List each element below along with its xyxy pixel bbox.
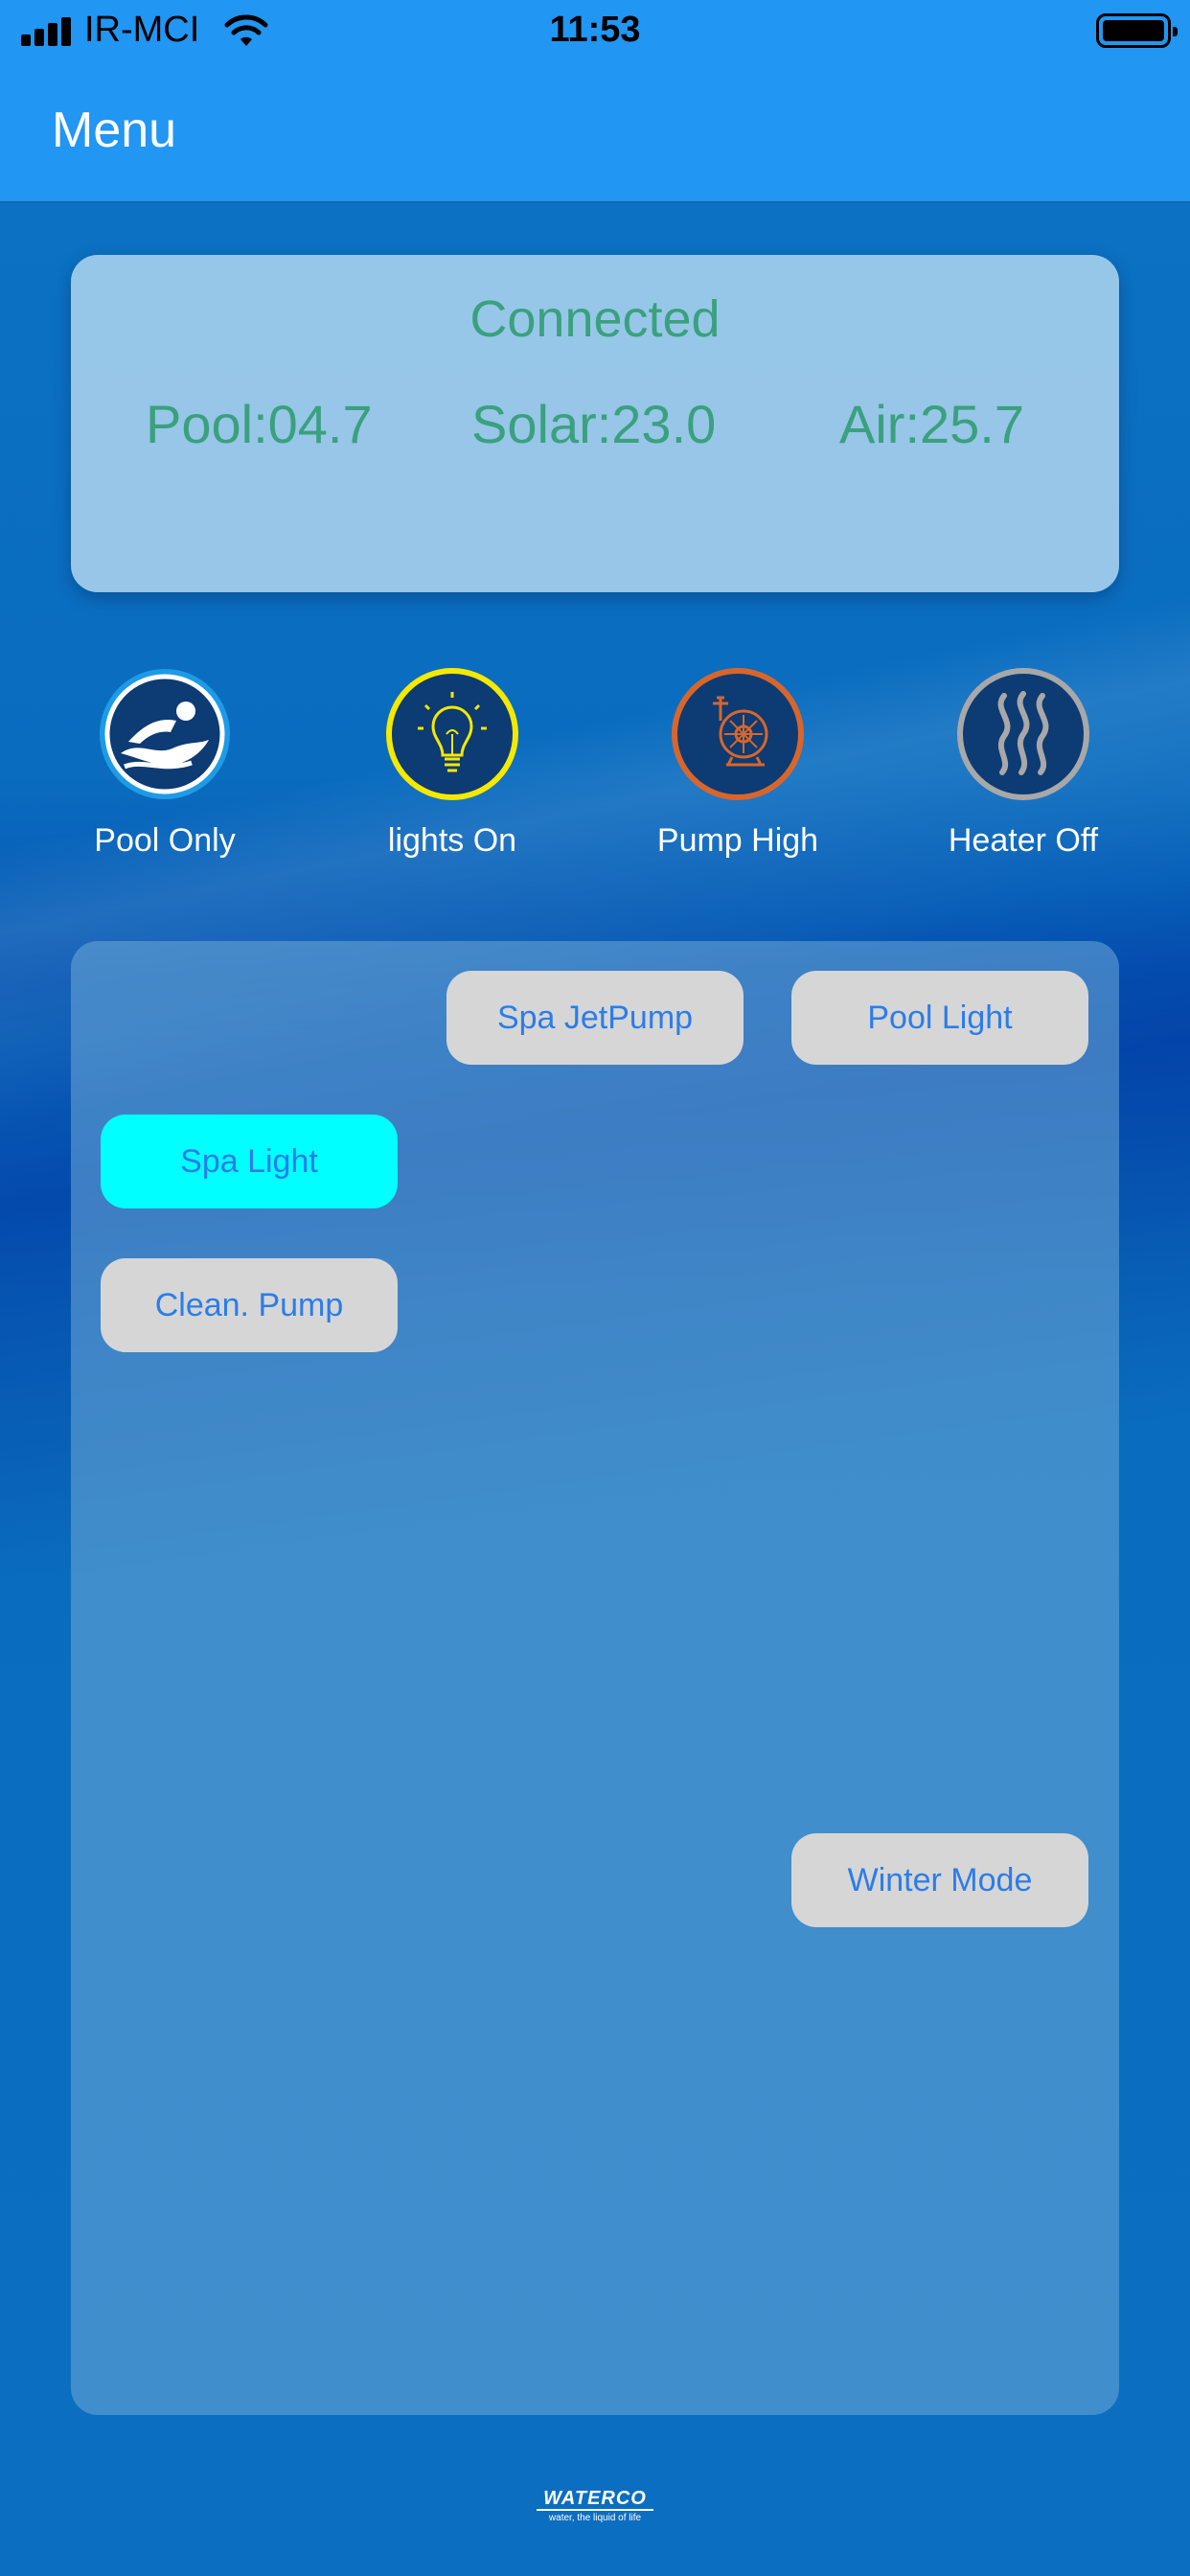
swimmer-icon bbox=[96, 665, 234, 803]
air-temperature: Air:25.7 bbox=[839, 394, 1024, 454]
navigation-bar: Menu bbox=[0, 63, 1190, 203]
mode-lights[interactable]: lights On bbox=[347, 665, 558, 866]
mode-pool-only[interactable]: Pool Only bbox=[59, 665, 270, 866]
mode-heater[interactable]: Heater Off bbox=[918, 665, 1129, 866]
clean-pump-button[interactable]: Clean. Pump bbox=[101, 1258, 398, 1352]
pool-light-button[interactable]: Pool Light bbox=[791, 971, 1088, 1065]
mode-pump[interactable]: Pump High bbox=[632, 665, 843, 866]
mode-label: Pool Only bbox=[94, 822, 236, 859]
clock: 11:53 bbox=[549, 10, 641, 50]
battery-icon bbox=[1096, 13, 1178, 48]
connection-status: Connected bbox=[469, 290, 721, 348]
spa-light-button[interactable]: Spa Light bbox=[101, 1115, 398, 1208]
menu-button[interactable]: Menu bbox=[52, 102, 176, 159]
winter-mode-button[interactable]: Winter Mode bbox=[791, 1833, 1088, 1927]
mode-label: Pump High bbox=[656, 822, 819, 859]
mode-label: Heater Off bbox=[948, 822, 1099, 859]
status-card: Connected Pool:04.7 Solar:23.0 Air:25.7 bbox=[71, 255, 1119, 592]
pool-temperature: Pool:04.7 bbox=[146, 394, 373, 454]
pump-icon bbox=[669, 665, 807, 803]
heat-waves-icon bbox=[954, 665, 1092, 803]
waterco-logo: WATERCO water, the liquid of life bbox=[537, 2488, 653, 2526]
mode-label: lights On bbox=[387, 822, 517, 859]
spa-jetpump-button[interactable]: Spa JetPump bbox=[446, 971, 744, 1065]
lightbulb-icon bbox=[383, 665, 521, 803]
status-bar: IR-MCI 11:53 bbox=[0, 0, 1190, 63]
solar-temperature: Solar:23.0 bbox=[471, 394, 717, 454]
